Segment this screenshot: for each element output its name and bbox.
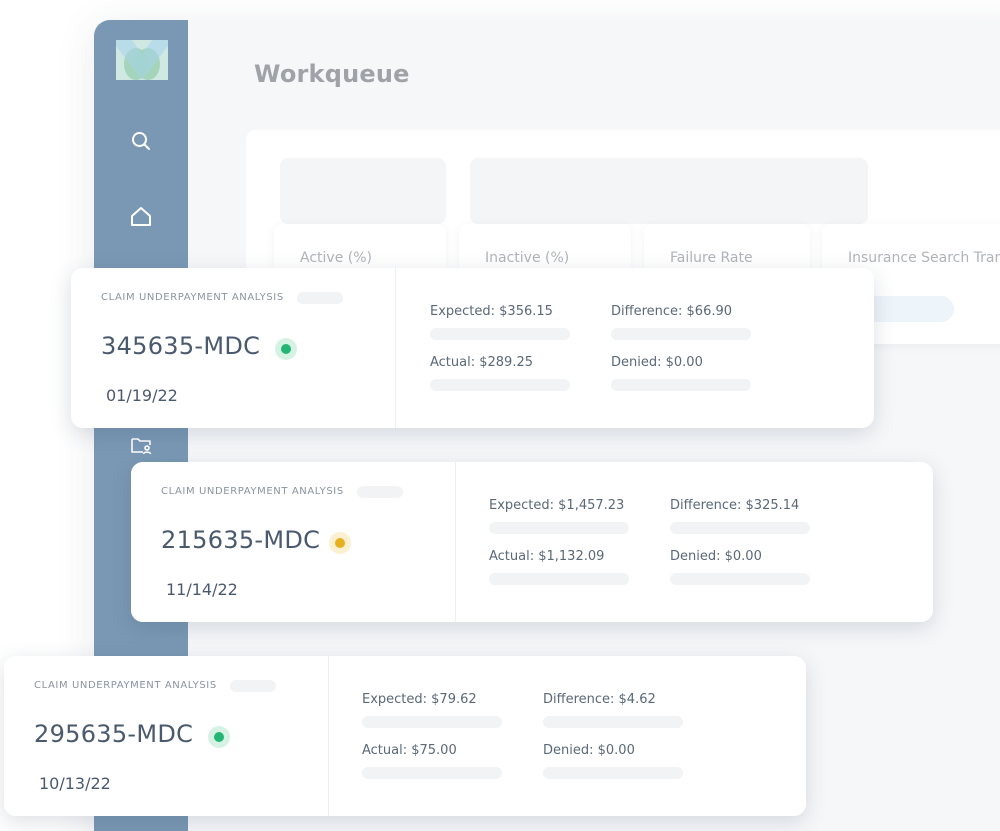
metric-bar [543, 767, 683, 779]
claim-card[interactable]: CLAIM UNDERPAYMENT ANALYSIS 295635-MDC 1… [4, 656, 806, 816]
actual-amount: Actual: $289.25 [430, 355, 533, 370]
claim-summary: CLAIM UNDERPAYMENT ANALYSIS 215635-MDC 1… [131, 462, 456, 622]
metric-bar [543, 716, 683, 728]
expected-amount: Expected: $79.62 [362, 692, 477, 707]
claim-summary: CLAIM UNDERPAYMENT ANALYSIS 295635-MDC 1… [4, 656, 329, 816]
page-title: Workqueue [254, 60, 410, 88]
folder-user-icon [131, 438, 152, 455]
difference-amount: Difference: $4.62 [543, 692, 656, 707]
metric-bar [362, 716, 502, 728]
actual-amount: Actual: $1,132.09 [489, 549, 605, 564]
metric-bar [611, 328, 751, 340]
placeholder-block [470, 158, 868, 224]
denied-amount: Denied: $0.00 [670, 549, 762, 564]
label-pill [230, 680, 276, 692]
claim-summary: CLAIM UNDERPAYMENT ANALYSIS 345635-MDC 0… [71, 268, 396, 428]
claim-type-label: CLAIM UNDERPAYMENT ANALYSIS [34, 680, 217, 691]
claim-date: 11/14/22 [166, 580, 238, 599]
difference-amount: Difference: $325.14 [670, 498, 800, 513]
claim-card[interactable]: CLAIM UNDERPAYMENT ANALYSIS 345635-MDC 0… [71, 268, 874, 428]
metric-bar [430, 328, 570, 340]
sidebar-item-patients[interactable] [128, 432, 154, 458]
search-icon [132, 132, 150, 150]
app-logo [116, 40, 168, 80]
stat-label: Insurance Search Tran [848, 250, 1000, 266]
denied-amount: Denied: $0.00 [543, 743, 635, 758]
expected-amount: Expected: $356.15 [430, 304, 553, 319]
label-pill [297, 292, 343, 304]
metric-bar [670, 522, 810, 534]
claim-type-label: CLAIM UNDERPAYMENT ANALYSIS [161, 486, 344, 497]
claim-card[interactable]: CLAIM UNDERPAYMENT ANALYSIS 215635-MDC 1… [131, 462, 933, 622]
metric-bar [489, 573, 629, 585]
home-icon [131, 207, 151, 226]
metric-bar [430, 379, 570, 391]
sidebar-item-home[interactable] [128, 204, 154, 230]
metric-bar [611, 379, 751, 391]
claim-id: 215635-MDC [161, 526, 321, 554]
metric-bar [362, 767, 502, 779]
stat-label: Active (%) [300, 250, 372, 266]
placeholder-block [280, 158, 446, 224]
stage: Workqueue Active (%) Inactive (%) Failur… [0, 0, 1000, 831]
claim-id: 295635-MDC [34, 720, 194, 748]
stat-pill [864, 296, 954, 322]
label-pill [357, 486, 403, 498]
denied-amount: Denied: $0.00 [611, 355, 703, 370]
stat-label: Failure Rate [670, 250, 753, 266]
status-indicator-icon [275, 338, 297, 360]
stat-label: Inactive (%) [485, 250, 570, 266]
actual-amount: Actual: $75.00 [362, 743, 457, 758]
metric-bar [670, 573, 810, 585]
metric-bar [489, 522, 629, 534]
sidebar-item-search[interactable] [128, 128, 154, 154]
status-indicator-icon [329, 532, 351, 554]
difference-amount: Difference: $66.90 [611, 304, 733, 319]
expected-amount: Expected: $1,457.23 [489, 498, 625, 513]
claim-date: 01/19/22 [106, 386, 178, 405]
claim-type-label: CLAIM UNDERPAYMENT ANALYSIS [101, 292, 284, 303]
claim-id: 345635-MDC [101, 332, 261, 360]
status-indicator-icon [208, 726, 230, 748]
claim-date: 10/13/22 [39, 774, 111, 793]
